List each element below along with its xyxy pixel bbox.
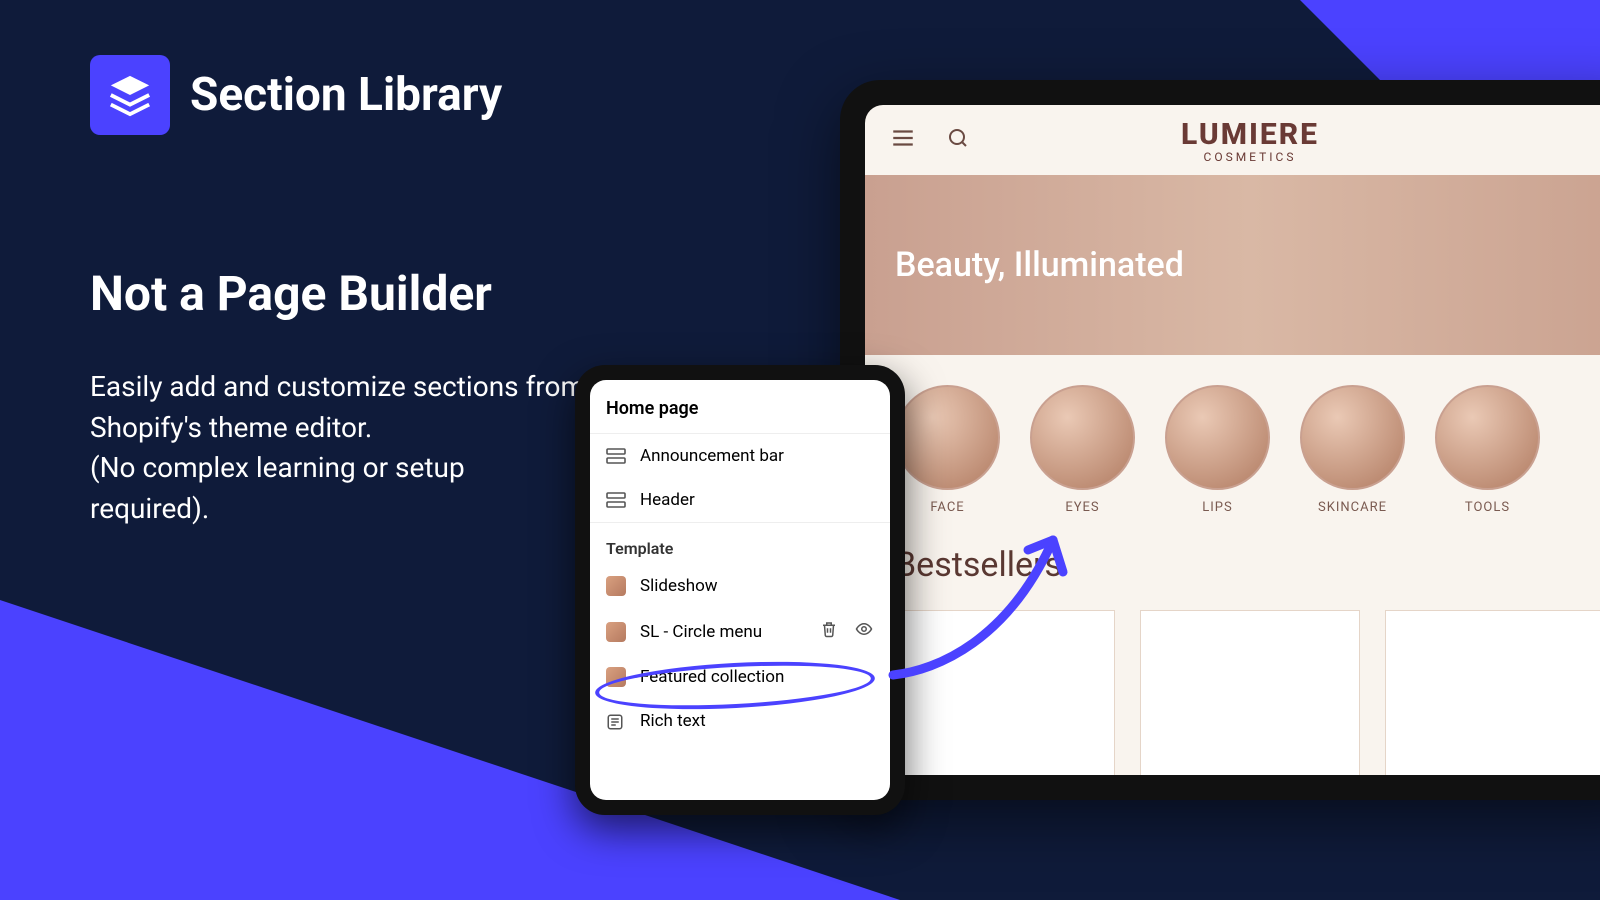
brand-lockup: Section Library [90, 55, 610, 135]
layers-icon [107, 72, 153, 118]
product-card[interactable] [1385, 610, 1600, 775]
panel-item-circle-menu[interactable]: SL - Circle menu [590, 608, 890, 655]
product-card[interactable] [895, 610, 1115, 775]
brand-title: Section Library [190, 68, 502, 122]
thumb-icon [606, 576, 626, 596]
circle-thumb [1300, 385, 1405, 490]
visibility-icon[interactable] [854, 620, 874, 643]
circle-thumb [1165, 385, 1270, 490]
bestsellers-heading: Bestsellers [865, 545, 1600, 585]
circle-label: FACE [895, 500, 1000, 515]
panel-item-richtext[interactable]: Rich text [590, 699, 890, 743]
product-cards [865, 585, 1600, 775]
brand-icon [90, 55, 170, 135]
product-card[interactable] [1140, 610, 1360, 775]
logo-sub: COSMETICS [1181, 150, 1319, 164]
circle-label: EYES [1030, 500, 1135, 515]
circle-item-tools[interactable]: TOOLS [1435, 385, 1540, 515]
heading: Not a Page Builder [90, 265, 610, 322]
marketing-copy: Section Library Not a Page Builder Easil… [90, 55, 610, 529]
circle-thumb [895, 385, 1000, 490]
circle-thumb [1030, 385, 1135, 490]
hamburger-icon[interactable] [890, 125, 916, 155]
hero-text: Beauty, Illuminated [895, 245, 1184, 285]
panel-item-header[interactable]: Header [590, 478, 890, 522]
panel-item-label: Featured collection [640, 667, 784, 687]
circle-item-face[interactable]: FACE [895, 385, 1000, 515]
site-logo: LUMIERE COSMETICS [1181, 117, 1319, 164]
search-icon[interactable] [946, 126, 970, 154]
site-header: LUMIERE COSMETICS [865, 105, 1600, 175]
circle-label: LIPS [1165, 500, 1270, 515]
panel-item-label: Announcement bar [640, 446, 784, 466]
panel-template-heading: Template [590, 522, 890, 564]
panel-item-announcement[interactable]: Announcement bar [590, 434, 890, 478]
panel-item-label: Header [640, 490, 695, 510]
circle-menu: FACE EYES LIPS SKINCARE TOOLS [865, 355, 1600, 525]
description: Easily add and customize sections from S… [90, 367, 590, 529]
panel-item-featured[interactable]: Featured collection [590, 655, 890, 699]
circle-thumb [1435, 385, 1540, 490]
panel-item-label: SL - Circle menu [640, 622, 762, 642]
section-icon [606, 492, 626, 508]
circle-item-lips[interactable]: LIPS [1165, 385, 1270, 515]
site-preview-screen: LUMIERE COSMETICS Beauty, Illuminated FA… [865, 105, 1600, 775]
circle-item-eyes[interactable]: EYES [1030, 385, 1135, 515]
delete-icon[interactable] [820, 620, 838, 643]
panel-item-slideshow[interactable]: Slideshow [590, 564, 890, 608]
circle-label: TOOLS [1435, 500, 1540, 515]
panel-title: Home page [590, 380, 890, 434]
section-icon [606, 448, 626, 464]
thumb-icon [606, 622, 626, 642]
text-icon [606, 713, 626, 729]
site-preview-device: LUMIERE COSMETICS Beauty, Illuminated FA… [840, 80, 1600, 800]
logo-main: LUMIERE [1181, 117, 1319, 152]
circle-label: SKINCARE [1300, 500, 1405, 515]
hero-banner: Beauty, Illuminated [865, 175, 1600, 355]
thumb-icon [606, 667, 626, 687]
panel-item-label: Slideshow [640, 576, 718, 596]
theme-editor-panel: Home page Announcement bar Header Templa… [590, 380, 890, 800]
circle-item-skincare[interactable]: SKINCARE [1300, 385, 1405, 515]
theme-editor-device: Home page Announcement bar Header Templa… [575, 365, 905, 815]
panel-item-label: Rich text [640, 711, 706, 731]
